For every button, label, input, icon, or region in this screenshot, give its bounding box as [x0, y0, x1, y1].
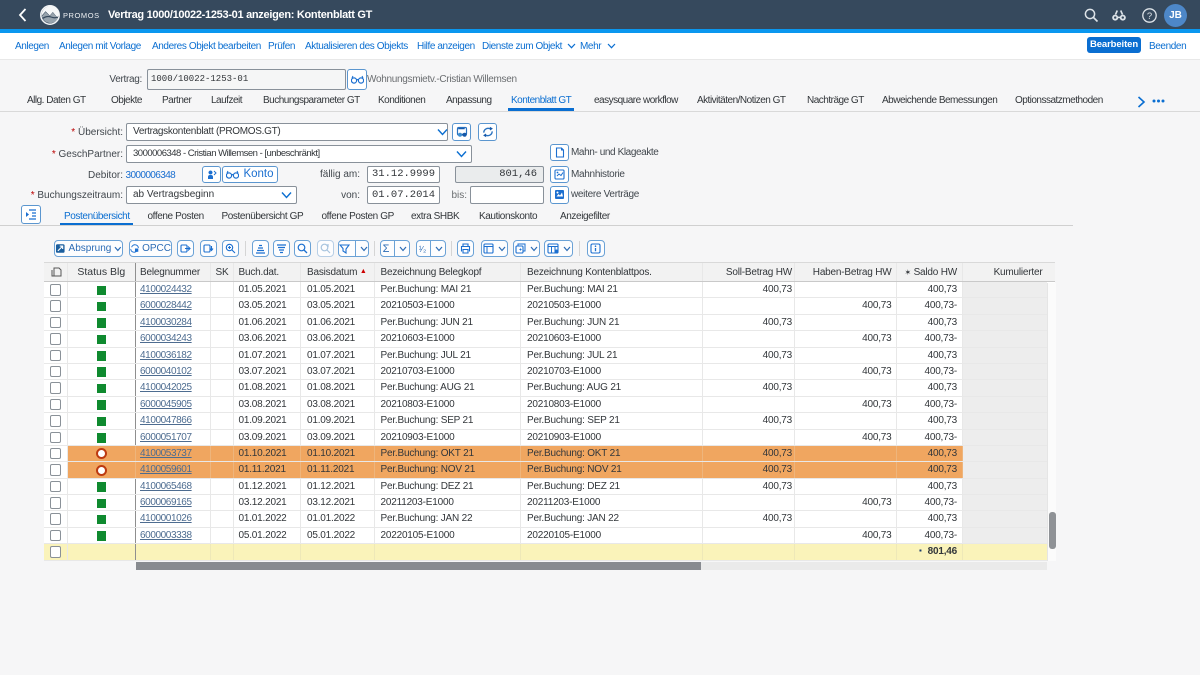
svg-text:?: ? — [1147, 11, 1152, 22]
